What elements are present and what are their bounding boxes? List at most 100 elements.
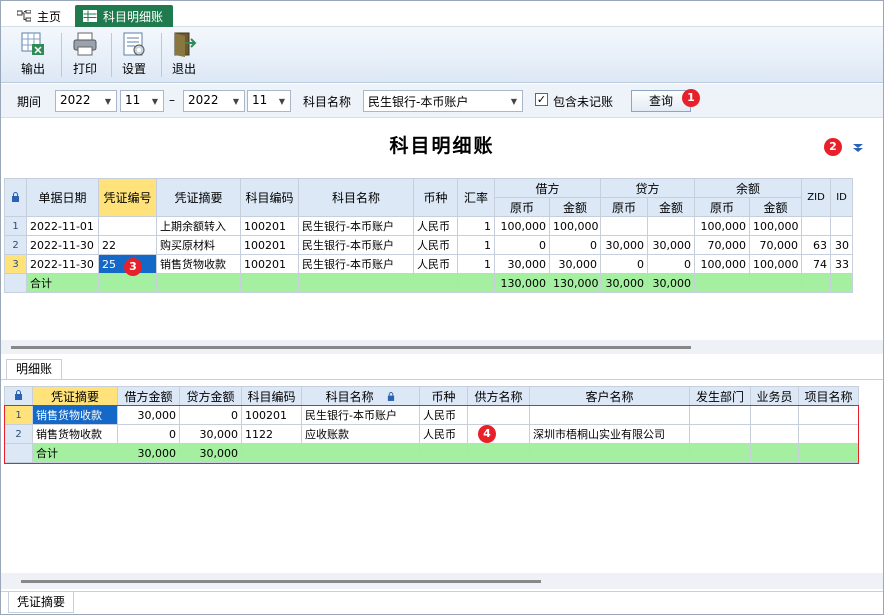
col-zid[interactable]: ZID [801, 178, 832, 217]
cell-credit-orig[interactable]: 30,000 [600, 235, 649, 255]
cell-credit[interactable]: 0 [179, 405, 242, 425]
scrollbar-thumb[interactable] [11, 346, 691, 349]
table-row[interactable]: 2 销售货物收款 0 30,000 1122 应收账款 人民币 深圳市梧桐山实业… [4, 424, 859, 444]
export-button[interactable]: 输出 [11, 31, 55, 79]
cell-code[interactable]: 100201 [240, 254, 299, 274]
col-account-code[interactable]: 科目编码 [240, 178, 299, 217]
tab-detail[interactable]: 明细账 [6, 359, 62, 379]
cell-dept[interactable] [689, 405, 751, 425]
to-year-select[interactable]: 2022 ▼ [183, 90, 245, 112]
col-credit[interactable]: 贷方金额 [179, 386, 242, 406]
cell-code[interactable]: 1122 [241, 424, 302, 444]
cell-summary[interactable]: 上期余额转入 [156, 216, 241, 236]
cell-customer[interactable] [529, 405, 690, 425]
cell-voucher[interactable] [98, 216, 157, 236]
cell-debit-amount[interactable]: 0 [548, 235, 602, 255]
cell-credit-orig[interactable] [600, 216, 649, 236]
tab-home[interactable]: 主页 [9, 5, 69, 27]
cell-balance-amount[interactable]: 100,000 [749, 216, 803, 236]
cell-summary[interactable]: 销售货物收款 [156, 254, 241, 274]
horizontal-scrollbar[interactable] [1, 340, 883, 354]
cell-customer[interactable]: 深圳市梧桐山实业有限公司 [529, 424, 690, 444]
cell-name[interactable]: 民生银行-本币账户 [301, 405, 420, 425]
cell-date[interactable]: 2022-11-01 [26, 216, 99, 236]
col-debit-orig[interactable]: 原币 [494, 197, 550, 217]
table-row[interactable]: 2 2022-11-30 22 购买原材料 100201 民生银行-本币账户 人… [4, 235, 854, 255]
cell-debit-orig[interactable]: 100,000 [494, 216, 550, 236]
cell-credit[interactable]: 30,000 [179, 424, 242, 444]
cell-rate[interactable]: 1 [457, 216, 495, 236]
cell-name[interactable]: 民生银行-本币账户 [298, 254, 414, 274]
from-year-select[interactable]: 2022 ▼ [55, 90, 117, 112]
cell-code[interactable]: 100201 [240, 216, 299, 236]
cell-debit-amount[interactable]: 100,000 [548, 216, 602, 236]
horizontal-scrollbar[interactable] [1, 573, 883, 589]
cell-zid[interactable]: 63 [801, 235, 832, 255]
settings-button[interactable]: 设置 [112, 31, 156, 79]
include-unposted-checkbox[interactable]: ✓ [535, 93, 548, 106]
col-balance-orig[interactable]: 原币 [694, 197, 751, 217]
scrollbar-thumb[interactable] [21, 580, 541, 583]
col-staff[interactable]: 业务员 [750, 386, 799, 406]
cell-date[interactable]: 2022-11-30 [26, 235, 99, 255]
cell-id[interactable]: 33 [830, 254, 854, 274]
col-dept[interactable]: 发生部门 [689, 386, 751, 406]
col-summary[interactable]: 凭证摘要 [156, 178, 241, 217]
cell-staff[interactable] [750, 405, 799, 425]
from-month-select[interactable]: 11 ▼ [120, 90, 164, 112]
cell-debit-orig[interactable]: 0 [494, 235, 550, 255]
tab-voucher-summary[interactable]: 凭证摘要 [8, 592, 74, 613]
col-id[interactable]: ID [830, 178, 854, 217]
col-currency[interactable]: 币种 [419, 386, 468, 406]
cell-project[interactable] [798, 424, 859, 444]
col-rate[interactable]: 汇率 [457, 178, 495, 217]
cell-name[interactable]: 民生银行-本币账户 [298, 235, 414, 255]
cell-summary[interactable]: 销售货物收款 [32, 424, 118, 444]
table-row[interactable]: 1 销售货物收款 30,000 0 100201 民生银行-本币账户 人民币 [4, 405, 859, 425]
cell-code[interactable]: 100201 [241, 405, 302, 425]
cell-id[interactable]: 30 [830, 235, 854, 255]
col-account-name[interactable]: 科目名称 [298, 178, 414, 217]
cell-supplier[interactable] [467, 424, 530, 444]
cell-debit[interactable]: 30,000 [117, 405, 180, 425]
col-currency[interactable]: 币种 [413, 178, 458, 217]
tab-ledger[interactable]: 科目明细账 [75, 5, 174, 27]
col-credit-amount[interactable]: 金额 [647, 197, 696, 217]
col-voucher-no[interactable]: 凭证编号 [98, 178, 157, 217]
col-balance-amount[interactable]: 金额 [749, 197, 803, 217]
cell-zid[interactable] [801, 216, 832, 236]
cell-summary-selected[interactable]: 销售货物收款 [32, 405, 118, 425]
cell-balance-orig[interactable]: 100,000 [694, 254, 751, 274]
cell-currency[interactable]: 人民币 [419, 424, 468, 444]
cell-currency[interactable]: 人民币 [419, 405, 468, 425]
exit-button[interactable]: 退出 [162, 31, 206, 79]
cell-debit-amount[interactable]: 30,000 [548, 254, 602, 274]
col-name[interactable]: 科目名称 [301, 386, 420, 406]
cell-staff[interactable] [750, 424, 799, 444]
cell-code[interactable]: 100201 [240, 235, 299, 255]
to-month-select[interactable]: 11 ▼ [247, 90, 291, 112]
cell-credit-orig[interactable]: 0 [600, 254, 649, 274]
cell-currency[interactable]: 人民币 [413, 254, 458, 274]
col-code[interactable]: 科目编码 [241, 386, 302, 406]
cell-summary[interactable]: 购买原材料 [156, 235, 241, 255]
cell-rate[interactable]: 1 [457, 235, 495, 255]
col-customer[interactable]: 客户名称 [529, 386, 690, 406]
cell-balance-amount[interactable]: 70,000 [749, 235, 803, 255]
account-select[interactable]: 民生银行-本币账户 ▼ [363, 90, 523, 112]
cell-debit-orig[interactable]: 30,000 [494, 254, 550, 274]
cell-credit-amount[interactable] [647, 216, 696, 236]
cell-currency[interactable]: 人民币 [413, 216, 458, 236]
collapse-chevron-icon[interactable] [852, 143, 864, 153]
cell-credit-amount[interactable]: 0 [647, 254, 696, 274]
col-supplier[interactable]: 供方名称 [467, 386, 530, 406]
table-row[interactable]: 1 2022-11-01 上期余额转入 100201 民生银行-本币账户 人民币… [4, 216, 854, 236]
cell-dept[interactable] [689, 424, 751, 444]
print-button[interactable]: 打印 [63, 31, 107, 79]
cell-id[interactable] [830, 216, 854, 236]
col-credit-orig[interactable]: 原币 [600, 197, 649, 217]
cell-project[interactable] [798, 405, 859, 425]
cell-balance-orig[interactable]: 70,000 [694, 235, 751, 255]
col-summary[interactable]: 凭证摘要 [32, 386, 118, 406]
col-project[interactable]: 项目名称 [798, 386, 859, 406]
